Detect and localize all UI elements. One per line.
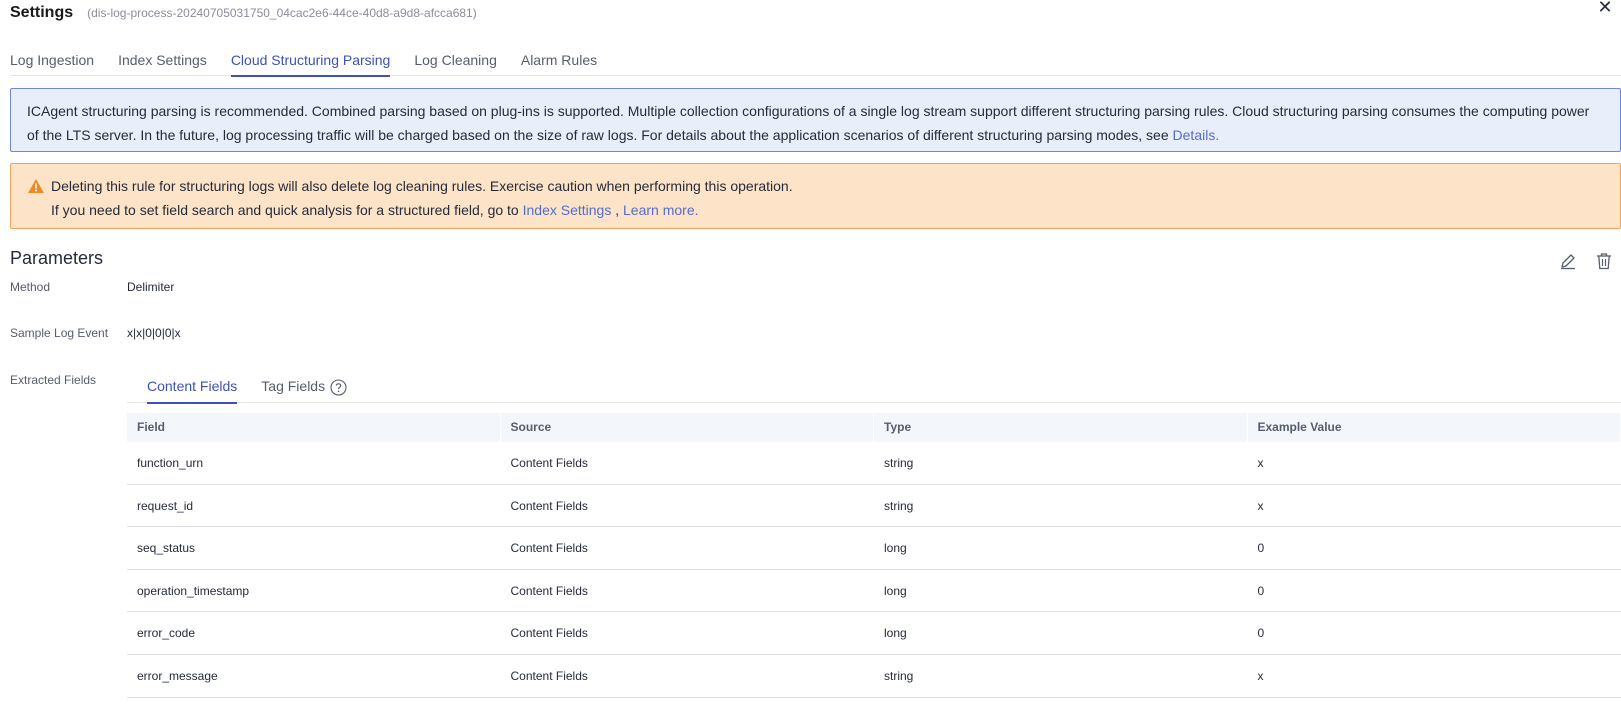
field-cell: operation_timestamp: [137, 583, 250, 598]
details-link[interactable]: Details: [1173, 127, 1216, 143]
type-cell: long: [884, 583, 907, 598]
example-value-cell: x: [1257, 668, 1264, 683]
example-value-cell: x: [1257, 456, 1264, 470]
tab-content-fields-label: Content Fields: [147, 378, 238, 394]
source-cell: Content Fields: [510, 668, 588, 683]
extracted-fields-label: Extracted Fields: [10, 373, 97, 387]
tab-tag-fields[interactable]: Tag Fields: [261, 378, 347, 403]
field-cell: seq_status: [137, 541, 196, 556]
column-header-example-value: Example Value: [1248, 413, 1621, 442]
column-header-type: Type: [874, 413, 1248, 442]
pencil-icon[interactable]: [1559, 252, 1577, 270]
question-circle-icon[interactable]: [330, 379, 347, 396]
info-text: ICAgent structuring parsing is recommend…: [27, 103, 1590, 143]
warning-line-2: If you need to set field search and quic…: [51, 198, 1604, 222]
table-row: function_urn Content Fields string x: [127, 442, 1621, 485]
sample-log-label: Sample Log Event: [10, 326, 109, 340]
warning-line-2-text: If you need to set field search and quic…: [51, 202, 523, 218]
column-header-source: Source: [501, 413, 874, 442]
type-cell: long: [884, 541, 907, 556]
example-value-cell: 0: [1257, 541, 1265, 556]
dialog-subtitle: (dis-log-process-20240705031750_04cac2e6…: [87, 6, 477, 20]
type-cell: string: [884, 456, 914, 470]
index-settings-link[interactable]: Index Settings: [523, 202, 612, 218]
source-cell: Content Fields: [510, 626, 588, 641]
example-value-cell: 0: [1257, 583, 1265, 598]
table-header: Field Source Type Example Value: [127, 413, 1621, 442]
method-label: Method: [10, 280, 51, 294]
field-cell: error_message: [137, 668, 218, 683]
dialog-header: Settings (dis-log-process-20240705031750…: [10, 4, 477, 24]
tab-log-cleaning[interactable]: Log Cleaning: [414, 48, 497, 76]
table-row: error_code Content Fields long 0: [127, 612, 1621, 655]
field-cell: error_code: [137, 626, 196, 641]
trash-icon[interactable]: [1595, 252, 1613, 270]
field-cell: request_id: [137, 498, 194, 513]
tab-log-ingestion[interactable]: Log Ingestion: [10, 48, 94, 76]
extracted-fields-table: Field Source Type Example Value function…: [127, 413, 1621, 698]
source-cell: Content Fields: [510, 456, 588, 470]
tab-tag-fields-label: Tag Fields: [261, 378, 326, 394]
table-row: operation_timestamp Content Fields long …: [127, 570, 1621, 613]
tab-alarm-rules[interactable]: Alarm Rules: [521, 48, 597, 76]
close-icon[interactable]: ✕: [1595, 0, 1615, 18]
parameters-title: Parameters: [10, 248, 104, 268]
example-value-cell: x: [1257, 498, 1264, 513]
warning-banner: Deleting this rule for structuring logs …: [10, 163, 1621, 229]
dialog-title: Settings: [10, 4, 74, 21]
sample-log-value: x|x|0|0|0|x: [127, 326, 181, 340]
table-row: seq_status Content Fields long 0: [127, 527, 1621, 570]
field-cell: function_urn: [137, 456, 204, 470]
type-cell: string: [884, 668, 914, 683]
info-banner: ICAgent structuring parsing is recommend…: [10, 88, 1621, 152]
warning-triangle-icon: [28, 179, 44, 193]
source-cell: Content Fields: [510, 498, 588, 513]
column-header-field: Field: [127, 413, 501, 442]
tab-cloud-structuring-parsing[interactable]: Cloud Structuring Parsing: [230, 48, 390, 77]
tab-index-settings[interactable]: Index Settings: [118, 48, 207, 76]
link-separator: ,: [611, 202, 624, 218]
table-row: request_id Content Fields string x: [127, 485, 1621, 528]
field-tabs: Content Fields Tag Fields: [127, 378, 1621, 404]
type-cell: long: [884, 626, 907, 641]
source-cell: Content Fields: [510, 583, 588, 598]
tab-content-fields[interactable]: Content Fields: [147, 378, 238, 404]
info-end: .: [1215, 127, 1220, 143]
type-cell: string: [884, 498, 914, 513]
learn-more-link[interactable]: Learn more: [623, 202, 695, 218]
settings-tabs: Log Ingestion Index Settings Cloud Struc…: [10, 48, 1621, 77]
warning-line-1: Deleting this rule for structuring logs …: [51, 178, 793, 194]
table-row: error_message Content Fields string x: [127, 655, 1621, 698]
example-value-cell: 0: [1257, 626, 1265, 641]
method-value: Delimiter: [127, 280, 175, 294]
source-cell: Content Fields: [510, 541, 588, 556]
warning-end: .: [694, 202, 699, 218]
